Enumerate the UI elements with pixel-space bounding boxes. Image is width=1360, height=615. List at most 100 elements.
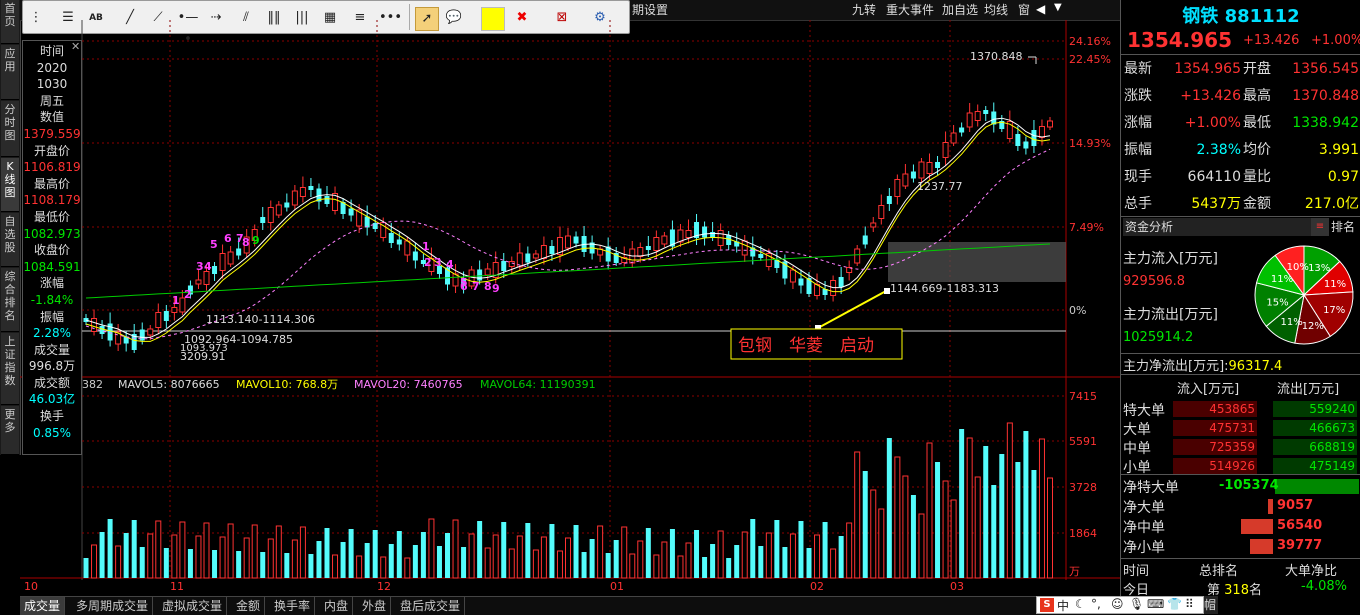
volume-bar <box>999 454 1005 578</box>
side-navigation: 首页 应用 分时图 K线图 自选股 综合排名 上证指数 更多 <box>0 0 21 455</box>
candle <box>935 162 941 168</box>
nav-home[interactable]: 首页 <box>1 0 19 44</box>
volume-bar <box>508 548 515 579</box>
tab-turnover-rate[interactable]: 换手率 <box>270 597 316 615</box>
net-row-value: 9057 <box>1277 498 1314 513</box>
tab-volume[interactable]: 成交量 <box>20 597 66 615</box>
fund-row-label: 中单 <box>1123 441 1151 457</box>
y-pct-label: 22.45% <box>1069 53 1111 66</box>
volume-bar <box>613 540 619 578</box>
svg-text:3: 3 <box>196 260 204 273</box>
tab-rank[interactable]: 排名 <box>1331 218 1360 236</box>
quote-change-pct: +1.00% <box>1311 33 1360 48</box>
punctuation-icon[interactable]: °, <box>1091 597 1101 611</box>
ime-mode[interactable]: 中 <box>1057 597 1069 614</box>
grid-menu-icon[interactable]: ⠿ <box>1185 597 1194 611</box>
moon-icon[interactable]: ☾ <box>1075 597 1086 611</box>
x-label: 02 <box>810 580 824 593</box>
nav-apps[interactable]: 应用 <box>1 45 19 100</box>
volume-bar <box>412 545 418 578</box>
candle <box>147 328 154 336</box>
candle <box>983 110 989 114</box>
menu-ma[interactable]: 均线 <box>984 1 1008 19</box>
menu-window[interactable]: 窗 <box>1018 1 1030 19</box>
volume-bar <box>219 536 226 579</box>
ma5-line <box>85 117 1051 338</box>
volume-bar <box>565 537 571 579</box>
quote-value: 1354.965 <box>1174 61 1241 77</box>
svg-text:4: 4 <box>446 258 454 271</box>
volume-bar <box>950 499 957 579</box>
tab-outer[interactable]: 外盘 <box>358 597 392 615</box>
tab-after-hours-volume[interactable]: 盘后成交量 <box>396 597 466 615</box>
pie-slice-label: 11% <box>1324 279 1346 290</box>
svg-text:1: 1 <box>172 294 180 307</box>
tab-virtual-volume[interactable]: 虚拟成交量 <box>158 597 228 615</box>
ime-toolbar: S 中 ☾ °, ☺ 🎙 ⌨ 👕 ⠿ <box>1036 596 1204 614</box>
candle <box>219 253 226 271</box>
svg-text:2: 2 <box>424 256 432 269</box>
volume-bar <box>966 437 973 579</box>
nav-more[interactable]: 更多 <box>1 406 19 455</box>
menu-major-events[interactable]: 重大事件 <box>886 1 934 19</box>
dropdown-icon[interactable]: ▼ <box>1054 2 1068 16</box>
volume-bar <box>299 526 306 579</box>
fund-outflow-cell: 466673 <box>1273 420 1357 436</box>
kline-chart[interactable]: 24.16% 22.45% 14.93% 7.49% 0% 7415 5591 … <box>20 20 1120 596</box>
svg-text:7: 7 <box>472 280 480 293</box>
candle <box>661 235 668 245</box>
menu-settings[interactable]: 设置 <box>644 1 668 19</box>
nav-ranking[interactable]: 综合排名 <box>1 268 19 332</box>
net-bar <box>1267 499 1273 514</box>
y-pct-label: 7.49% <box>1069 221 1104 234</box>
keyboard-icon[interactable]: ⌨ <box>1147 597 1164 611</box>
back-icon[interactable]: ◀ <box>1036 2 1050 16</box>
candle <box>862 235 868 245</box>
user-icon[interactable]: 👕 <box>1167 597 1182 611</box>
candle <box>886 196 892 204</box>
close-icon[interactable]: ✕ <box>71 40 80 53</box>
rank-icon[interactable]: ≡ <box>1311 218 1329 236</box>
volume-bar <box>324 528 330 578</box>
volume-bar <box>91 544 98 579</box>
volume-bar <box>886 438 892 578</box>
nav-shanghai-index[interactable]: 上证指数 <box>1 333 19 405</box>
volume-bar <box>187 549 193 578</box>
footer-rank-suffix: 名 <box>1248 583 1262 598</box>
volume-bar <box>669 529 675 578</box>
tab-amount[interactable]: 金额 <box>232 597 266 615</box>
footer-net-large-value: -4.08% <box>1301 579 1347 594</box>
candle <box>171 307 178 313</box>
nav-kline[interactable]: K线图 <box>1 158 19 212</box>
nav-watchlist[interactable]: 自选股 <box>1 213 19 267</box>
svg-text:3: 3 <box>434 256 442 269</box>
y-vol-label: 5591 <box>1069 435 1097 448</box>
tab-multi-period-volume[interactable]: 多周期成交量 <box>72 597 154 615</box>
amount-value: 46.03亿 <box>28 392 76 407</box>
menu-add-watch[interactable]: 加自选 <box>942 1 978 19</box>
candle <box>637 247 644 257</box>
tab-inner[interactable]: 内盘 <box>320 597 354 615</box>
inflow-value: 929596.8 <box>1123 274 1186 289</box>
vol-value: 996.8万 <box>28 359 76 374</box>
quote-value: 664110 <box>1187 169 1241 185</box>
volume-bar <box>1006 422 1013 579</box>
tab-fund-analysis[interactable]: 资金分析 <box>1123 218 1311 236</box>
volume-bar <box>653 554 660 579</box>
y-pct-label: 0% <box>1069 304 1086 317</box>
footer-time: 时间 <box>1123 564 1150 579</box>
volume-bar <box>356 555 363 579</box>
menu-jiuzhuan[interactable]: 九转 <box>852 1 876 19</box>
emoji-icon[interactable]: ☺ <box>1111 597 1124 611</box>
nav-timeshare[interactable]: 分时图 <box>1 101 19 157</box>
volume-bar <box>267 538 274 579</box>
ime-logo-icon[interactable]: S <box>1040 598 1054 612</box>
volume-bar <box>983 446 989 578</box>
open-label: 开盘价 <box>33 143 70 158</box>
candle <box>645 246 651 250</box>
mic-icon[interactable]: 🎙 <box>1129 597 1144 611</box>
volume-bar <box>765 532 772 579</box>
volume-bar <box>589 539 595 578</box>
menu-j[interactable]: 期 <box>632 1 644 19</box>
volume-bar <box>926 442 933 579</box>
